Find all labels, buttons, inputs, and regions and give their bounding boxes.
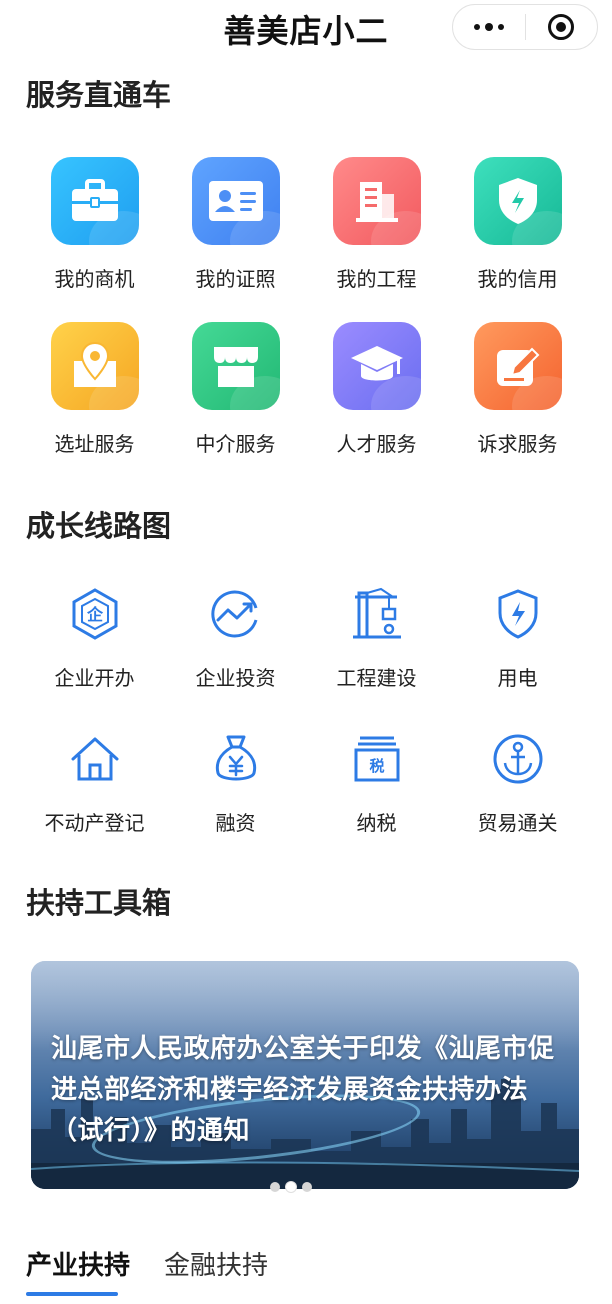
service-item-label: 选址服务: [54, 432, 135, 456]
service-item-site[interactable]: 选址服务: [24, 322, 165, 457]
house-icon: [51, 725, 139, 793]
growth-item-label: 不动产登记: [44, 811, 145, 835]
carousel-dot[interactable]: [302, 1182, 312, 1192]
toolbox-section-title: 扶持工具箱: [26, 886, 172, 920]
service-item-label: 我的商机: [54, 267, 135, 291]
graduation-cap-icon: [332, 322, 421, 410]
edit-icon: [473, 322, 562, 410]
carousel-indicator: [270, 1182, 312, 1192]
trend-icon: [192, 580, 280, 648]
carousel-dot-active[interactable]: [286, 1182, 296, 1192]
more-button[interactable]: [453, 5, 525, 49]
growth-section-title: 成长线路图: [26, 509, 172, 543]
growth-item-enterprise[interactable]: 企 企业开办: [24, 580, 165, 691]
tax-icon: 税: [333, 725, 421, 793]
growth-item-investment[interactable]: 企业投资: [165, 580, 306, 691]
tab-finance-support[interactable]: 金融扶持: [164, 1245, 268, 1292]
store-icon: [191, 322, 280, 410]
service-item-label: 中介服务: [195, 432, 276, 456]
service-item-license[interactable]: 我的证照: [165, 157, 306, 292]
growth-item-label: 用电: [497, 666, 538, 690]
service-item-label: 诉求服务: [477, 432, 558, 456]
service-item-business[interactable]: 我的商机: [24, 157, 165, 292]
growth-item-property[interactable]: 不动产登记: [24, 725, 165, 836]
growth-item-construction[interactable]: 工程建设: [306, 580, 447, 691]
growth-item-financing[interactable]: 融资: [165, 725, 306, 836]
service-item-label: 我的工程: [336, 267, 417, 291]
briefcase-icon: [50, 157, 139, 245]
growth-item-electricity[interactable]: 用电: [447, 580, 588, 691]
growth-item-label: 融资: [215, 811, 256, 835]
growth-item-tax[interactable]: 税 纳税: [306, 725, 447, 836]
growth-item-label: 企业投资: [195, 666, 276, 690]
service-item-project[interactable]: 我的工程: [306, 157, 447, 292]
growth-grid: 企 企业开办 企业投资 工程建设 用电 不动产登记 融资 税 纳税 贸易通关: [24, 580, 588, 836]
growth-item-trade[interactable]: 贸易通关: [447, 725, 588, 836]
service-section-title: 服务直通车: [26, 78, 172, 112]
building-icon: [332, 157, 421, 245]
growth-item-label: 贸易通关: [477, 811, 558, 835]
more-dots-icon: [473, 23, 504, 31]
top-bar: 善美店小二: [0, 0, 612, 56]
growth-item-label: 纳税: [356, 811, 397, 835]
close-button[interactable]: [526, 5, 598, 49]
carousel-dot[interactable]: [270, 1182, 280, 1192]
service-item-credit[interactable]: 我的信用: [447, 157, 588, 292]
service-item-label: 人才服务: [336, 432, 417, 456]
service-item-agency[interactable]: 中介服务: [165, 322, 306, 457]
service-item-label: 我的证照: [195, 267, 276, 291]
mini-program-capsule: [452, 4, 598, 50]
anchor-icon: [474, 725, 562, 793]
tab-industry-support[interactable]: 产业扶持: [26, 1245, 130, 1296]
service-item-appeal[interactable]: 诉求服务: [447, 322, 588, 457]
money-bag-icon: [192, 725, 280, 793]
crane-icon: [333, 580, 421, 648]
service-item-label: 我的信用: [477, 267, 558, 291]
enterprise-icon: 企: [51, 580, 139, 648]
service-item-talent[interactable]: 人才服务: [306, 322, 447, 457]
growth-item-label: 企业开办: [54, 666, 135, 690]
shield-icon: [473, 157, 562, 245]
target-circle-icon: [548, 14, 575, 40]
svg-text:税: 税: [369, 757, 384, 775]
growth-item-label: 工程建设: [336, 666, 417, 690]
banner-text: 汕尾市人民政府办公室关于印发《汕尾市促进总部经济和楼宇经济发展资金扶持办法（试行…: [51, 1034, 555, 1146]
map-pin-icon: [50, 322, 139, 410]
svg-text:企: 企: [85, 605, 103, 624]
id-card-icon: [191, 157, 280, 245]
service-grid: 我的商机 我的证照 我的工程 我的信用 选址服务 中介服务 人才服务 诉求服务: [24, 157, 588, 457]
electric-shield-icon: [474, 580, 562, 648]
policy-banner[interactable]: 汕尾市人民政府办公室关于印发《汕尾市促进总部经济和楼宇经济发展资金扶持办法（试行…: [31, 961, 579, 1189]
support-tabs: 产业扶持 金融扶持: [26, 1245, 268, 1296]
